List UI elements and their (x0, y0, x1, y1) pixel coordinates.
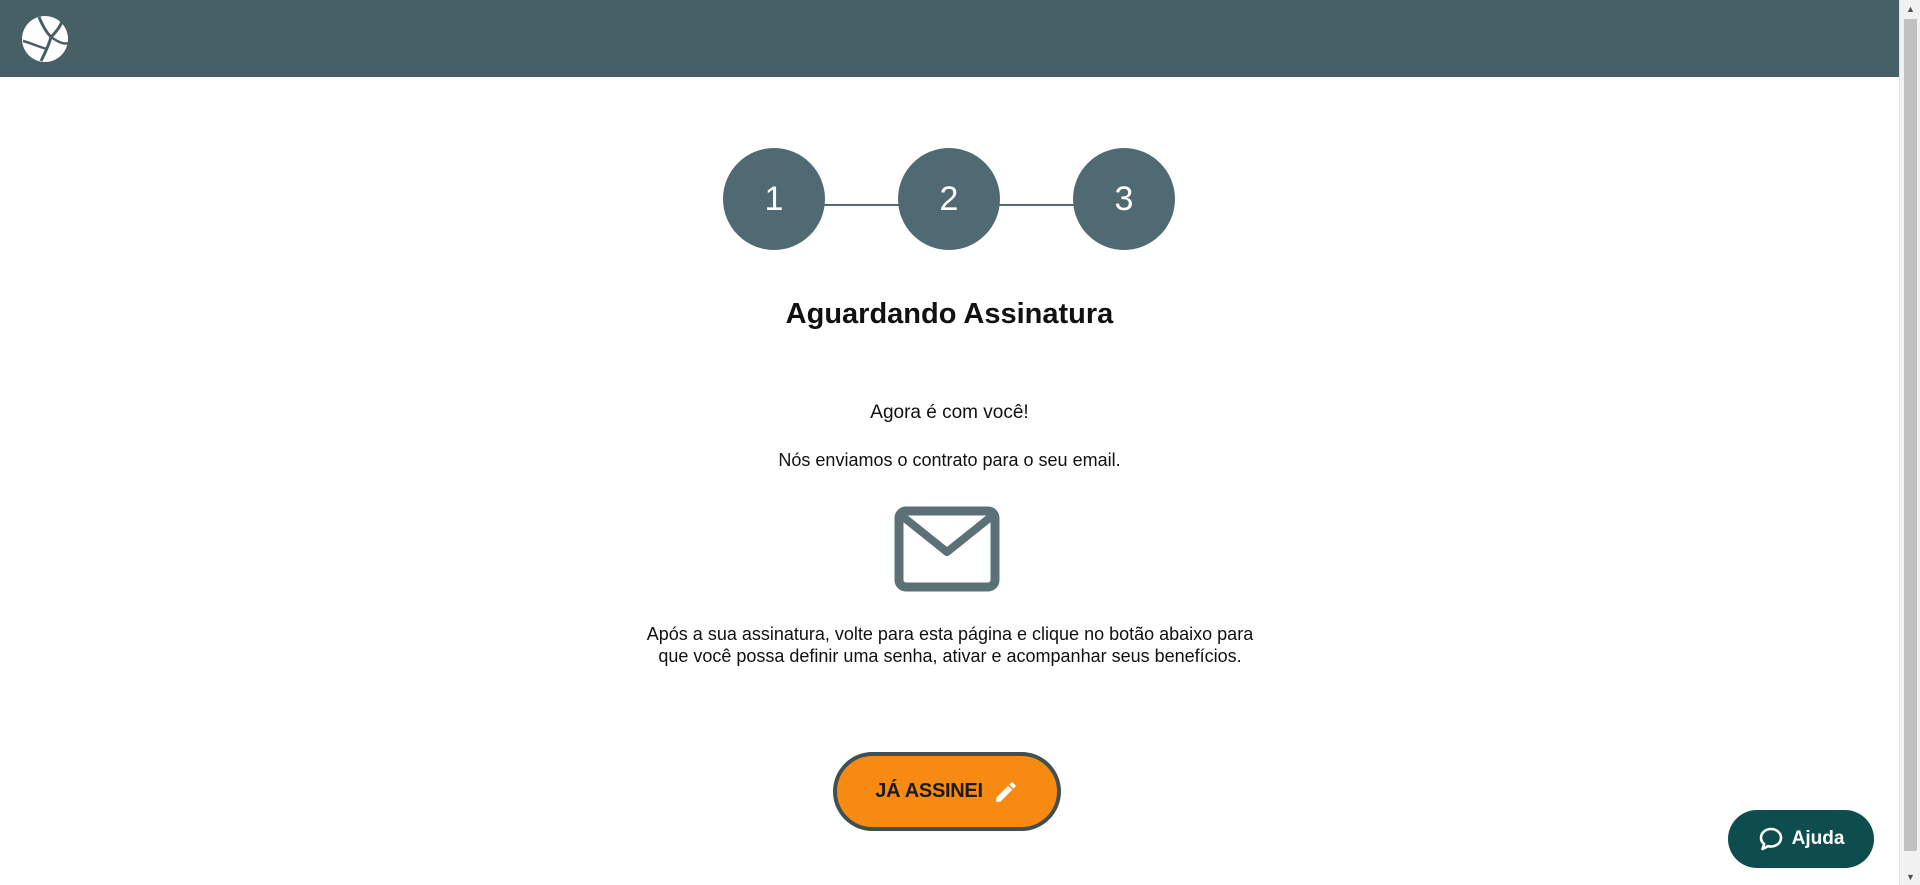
ja-assinei-label: JÁ ASSINEI (875, 780, 983, 802)
scroll-down-icon[interactable]: ▼ (1900, 868, 1920, 885)
lead-text: Agora é com você! (870, 402, 1029, 423)
instructions-text: Após a sua assinatura, volte para esta p… (646, 624, 1254, 666)
sent-message: Nós enviamos o contrato para o seu email… (778, 450, 1121, 470)
top-bar (0, 0, 1899, 77)
pencil-icon (995, 781, 1016, 802)
chat-bubble-icon (1759, 827, 1782, 851)
help-button[interactable]: Ajuda (1728, 810, 1874, 868)
page-title: Aguardando Assinatura (785, 298, 1114, 330)
ja-assinei-button[interactable]: JÁ ASSINEI (833, 752, 1061, 831)
scroll-up-icon[interactable]: ▲ (1900, 0, 1920, 17)
help-label: Ajuda (1791, 828, 1845, 849)
progress-stepper: 1 2 3 (723, 148, 1175, 250)
envelope-icon (894, 506, 1000, 592)
scroll-thumb[interactable] (1904, 19, 1917, 851)
step-connector (821, 204, 900, 206)
step-3: 3 (1073, 148, 1175, 250)
page-scrollbar[interactable]: ▲ ▼ (1899, 0, 1920, 885)
step-connector (996, 204, 1075, 206)
step-2: 2 (898, 148, 1000, 250)
leaf-globe-logo-icon[interactable] (21, 15, 69, 63)
step-1: 1 (723, 148, 825, 250)
